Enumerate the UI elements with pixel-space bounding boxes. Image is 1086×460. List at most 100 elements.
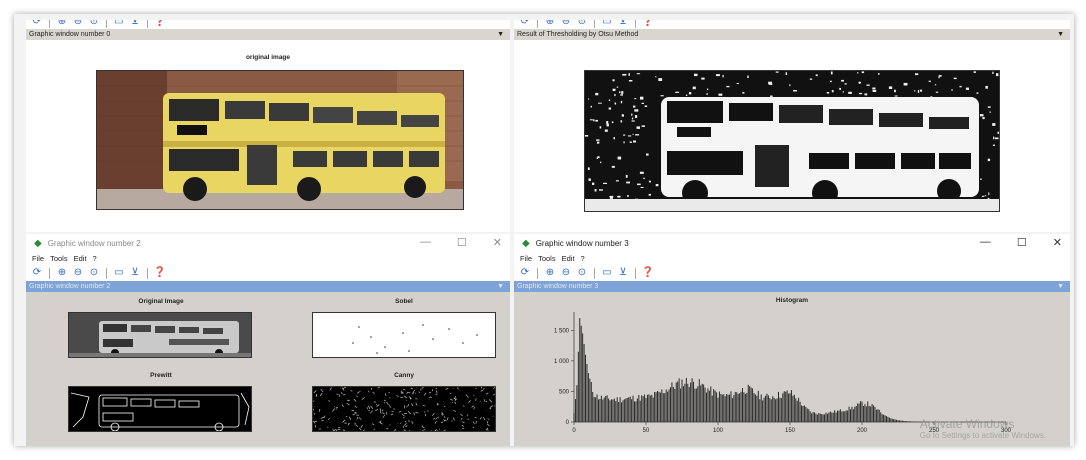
- zoom-out-icon[interactable]: ⊖: [71, 267, 85, 279]
- menu-edit[interactable]: Edit: [74, 254, 87, 263]
- select-icon[interactable]: ▭: [600, 267, 614, 279]
- histogram-bar: [775, 399, 777, 422]
- help-icon[interactable]: ❓: [641, 267, 655, 279]
- minimize-icon[interactable]: —: [420, 236, 431, 249]
- sobel-edges: [352, 324, 478, 354]
- histogram-bar: [854, 406, 856, 422]
- zoom-out-icon[interactable]: ⊖: [71, 20, 85, 28]
- histogram-bar: [795, 398, 797, 422]
- screenshot-frame: ⟳ ⊕ ⊖ ⊙ ▭ ⊻ ❓ Graphic window number 0 ▼ …: [14, 14, 1074, 446]
- histogram-bar: [831, 412, 833, 422]
- histogram-bar: [796, 400, 798, 422]
- rotate-icon[interactable]: ⟳: [30, 20, 44, 28]
- histogram-bar: [613, 398, 615, 422]
- histogram-bar: [822, 414, 824, 422]
- datatip-icon[interactable]: ⊻: [616, 20, 630, 28]
- histogram-bar: [730, 391, 732, 422]
- title-bar: ◆ Graphic window number 3 — ☐ ✕: [514, 234, 1070, 252]
- histogram-bar: [806, 408, 808, 422]
- histogram-bar: [593, 397, 595, 422]
- menu-tools[interactable]: Tools: [538, 254, 556, 263]
- histogram-bar: [668, 389, 670, 422]
- histogram-bar: [693, 381, 695, 422]
- select-icon[interactable]: ▭: [112, 20, 126, 28]
- graphic-window-2: ◆ Graphic window number 2 — ☐ ✕ File Too…: [26, 234, 510, 446]
- zoom-icon[interactable]: ⊙: [87, 267, 101, 279]
- help-icon[interactable]: ❓: [153, 267, 167, 279]
- menu-help[interactable]: ?: [581, 254, 585, 263]
- histogram-bar: [909, 421, 911, 422]
- zoom-out-icon[interactable]: ⊖: [559, 267, 573, 279]
- select-icon[interactable]: ▭: [112, 267, 126, 279]
- select-icon[interactable]: ▭: [600, 20, 614, 28]
- histogram-bar: [610, 399, 612, 422]
- zoom-in-icon[interactable]: ⊕: [55, 267, 69, 279]
- histogram-bar: [808, 409, 810, 422]
- histogram-bar: [769, 398, 771, 422]
- zoom-out-icon[interactable]: ⊖: [559, 20, 573, 28]
- datatip-icon[interactable]: ⊻: [128, 20, 142, 28]
- histogram-bar: [785, 391, 787, 422]
- zoom-in-icon[interactable]: ⊕: [55, 20, 69, 28]
- dropdown-arrow-icon[interactable]: ▼: [497, 29, 504, 40]
- histogram-bar: [605, 396, 607, 422]
- window-header: Graphic window number 3 ▼: [514, 281, 1070, 292]
- histogram-bar: [839, 409, 841, 422]
- dropdown-arrow-icon[interactable]: ▼: [1057, 29, 1064, 40]
- histogram-bar: [713, 389, 715, 422]
- toolbar-separator: [537, 20, 538, 28]
- menu-tools[interactable]: Tools: [50, 254, 68, 263]
- rotate-icon[interactable]: ⟳: [518, 20, 532, 28]
- histogram-bar: [625, 398, 627, 422]
- minimize-icon[interactable]: —: [980, 236, 991, 249]
- help-icon[interactable]: ❓: [153, 20, 167, 28]
- maximize-icon[interactable]: ☐: [1017, 236, 1027, 249]
- histogram-bar: [644, 394, 646, 422]
- menu-help[interactable]: ?: [93, 254, 97, 263]
- datatip-icon[interactable]: ⊻: [616, 267, 630, 279]
- zoom-in-icon[interactable]: ⊕: [543, 20, 557, 28]
- zoom-icon[interactable]: ⊙: [575, 267, 589, 279]
- histogram-bar: [661, 389, 663, 422]
- histogram-bar: [682, 386, 684, 422]
- window-header: Graphic window number 2 ▼: [26, 281, 510, 292]
- maximize-icon[interactable]: ☐: [457, 236, 467, 249]
- rotate-icon[interactable]: ⟳: [518, 267, 532, 279]
- dropdown-arrow-icon[interactable]: ▼: [497, 281, 504, 292]
- histogram-bar: [582, 333, 584, 422]
- histogram-bar: [766, 393, 768, 422]
- help-icon[interactable]: ❓: [641, 20, 655, 28]
- zoom-icon[interactable]: ⊙: [575, 20, 589, 28]
- close-icon[interactable]: ✕: [493, 236, 502, 249]
- subplot-title: Prewitt: [150, 372, 172, 379]
- histogram-bar: [790, 390, 792, 422]
- dropdown-arrow-icon[interactable]: ▼: [1057, 281, 1064, 292]
- otsu-threshold-image: [584, 70, 1000, 212]
- histogram-bar: [838, 410, 840, 422]
- toolbar: ⟳ ⊕ ⊖ ⊙ ▭ ⊻ ❓: [26, 265, 510, 281]
- y-tick-label: 0: [566, 420, 570, 426]
- histogram-bar: [813, 412, 815, 422]
- menu-file[interactable]: File: [32, 254, 44, 263]
- menu-file[interactable]: File: [520, 254, 532, 263]
- canny-image: [312, 386, 496, 432]
- histogram-bar: [681, 379, 683, 422]
- histogram-bar: [874, 406, 876, 422]
- histogram-bar: [595, 397, 597, 422]
- histogram-bar: [750, 387, 752, 422]
- close-icon[interactable]: ✕: [1053, 236, 1062, 249]
- histogram-bar: [688, 387, 690, 422]
- toolbar: ⟳ ⊕ ⊖ ⊙ ▭ ⊻ ❓: [26, 20, 510, 29]
- histogram-bar: [649, 395, 651, 422]
- histogram-bar: [739, 393, 741, 422]
- histogram-bar: [877, 409, 879, 422]
- menu-edit[interactable]: Edit: [562, 254, 575, 263]
- histogram-bar: [629, 396, 631, 422]
- x-tick-label: 50: [643, 428, 650, 434]
- rotate-icon[interactable]: ⟳: [30, 267, 44, 279]
- zoom-in-icon[interactable]: ⊕: [543, 267, 557, 279]
- zoom-icon[interactable]: ⊙: [87, 20, 101, 28]
- histogram-bar: [762, 400, 764, 422]
- datatip-icon[interactable]: ⊻: [128, 267, 142, 279]
- histogram-bar: [654, 392, 656, 422]
